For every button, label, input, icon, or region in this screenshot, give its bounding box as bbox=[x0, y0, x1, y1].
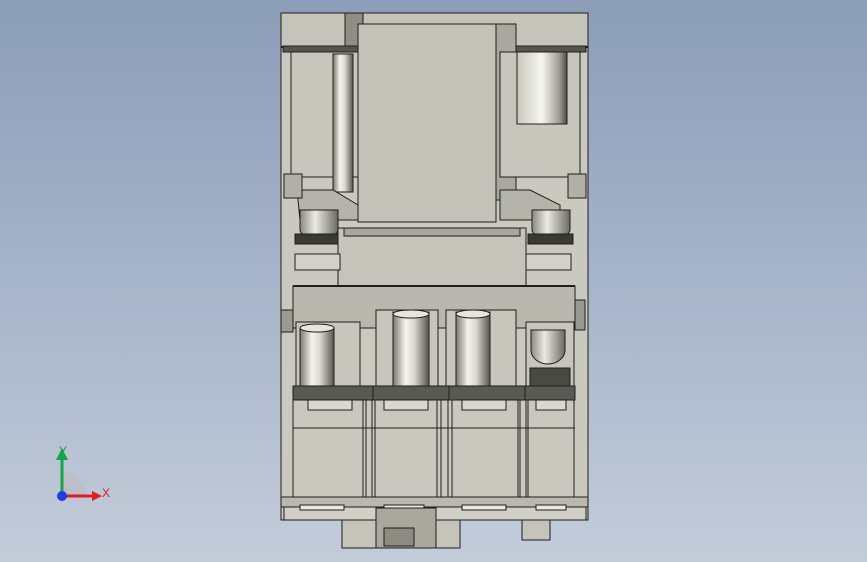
y-axis-label: Y bbox=[59, 444, 68, 458]
terminal-blocks bbox=[280, 385, 589, 508]
graphics-viewport[interactable]: Y X Z bbox=[0, 0, 867, 562]
mounting-base bbox=[283, 504, 587, 549]
orientation-triad: Y X Z bbox=[40, 438, 120, 510]
terminal-screws bbox=[295, 309, 575, 397]
contactor-model-front-view[interactable] bbox=[0, 0, 867, 562]
x-axis-label: X bbox=[102, 486, 111, 500]
